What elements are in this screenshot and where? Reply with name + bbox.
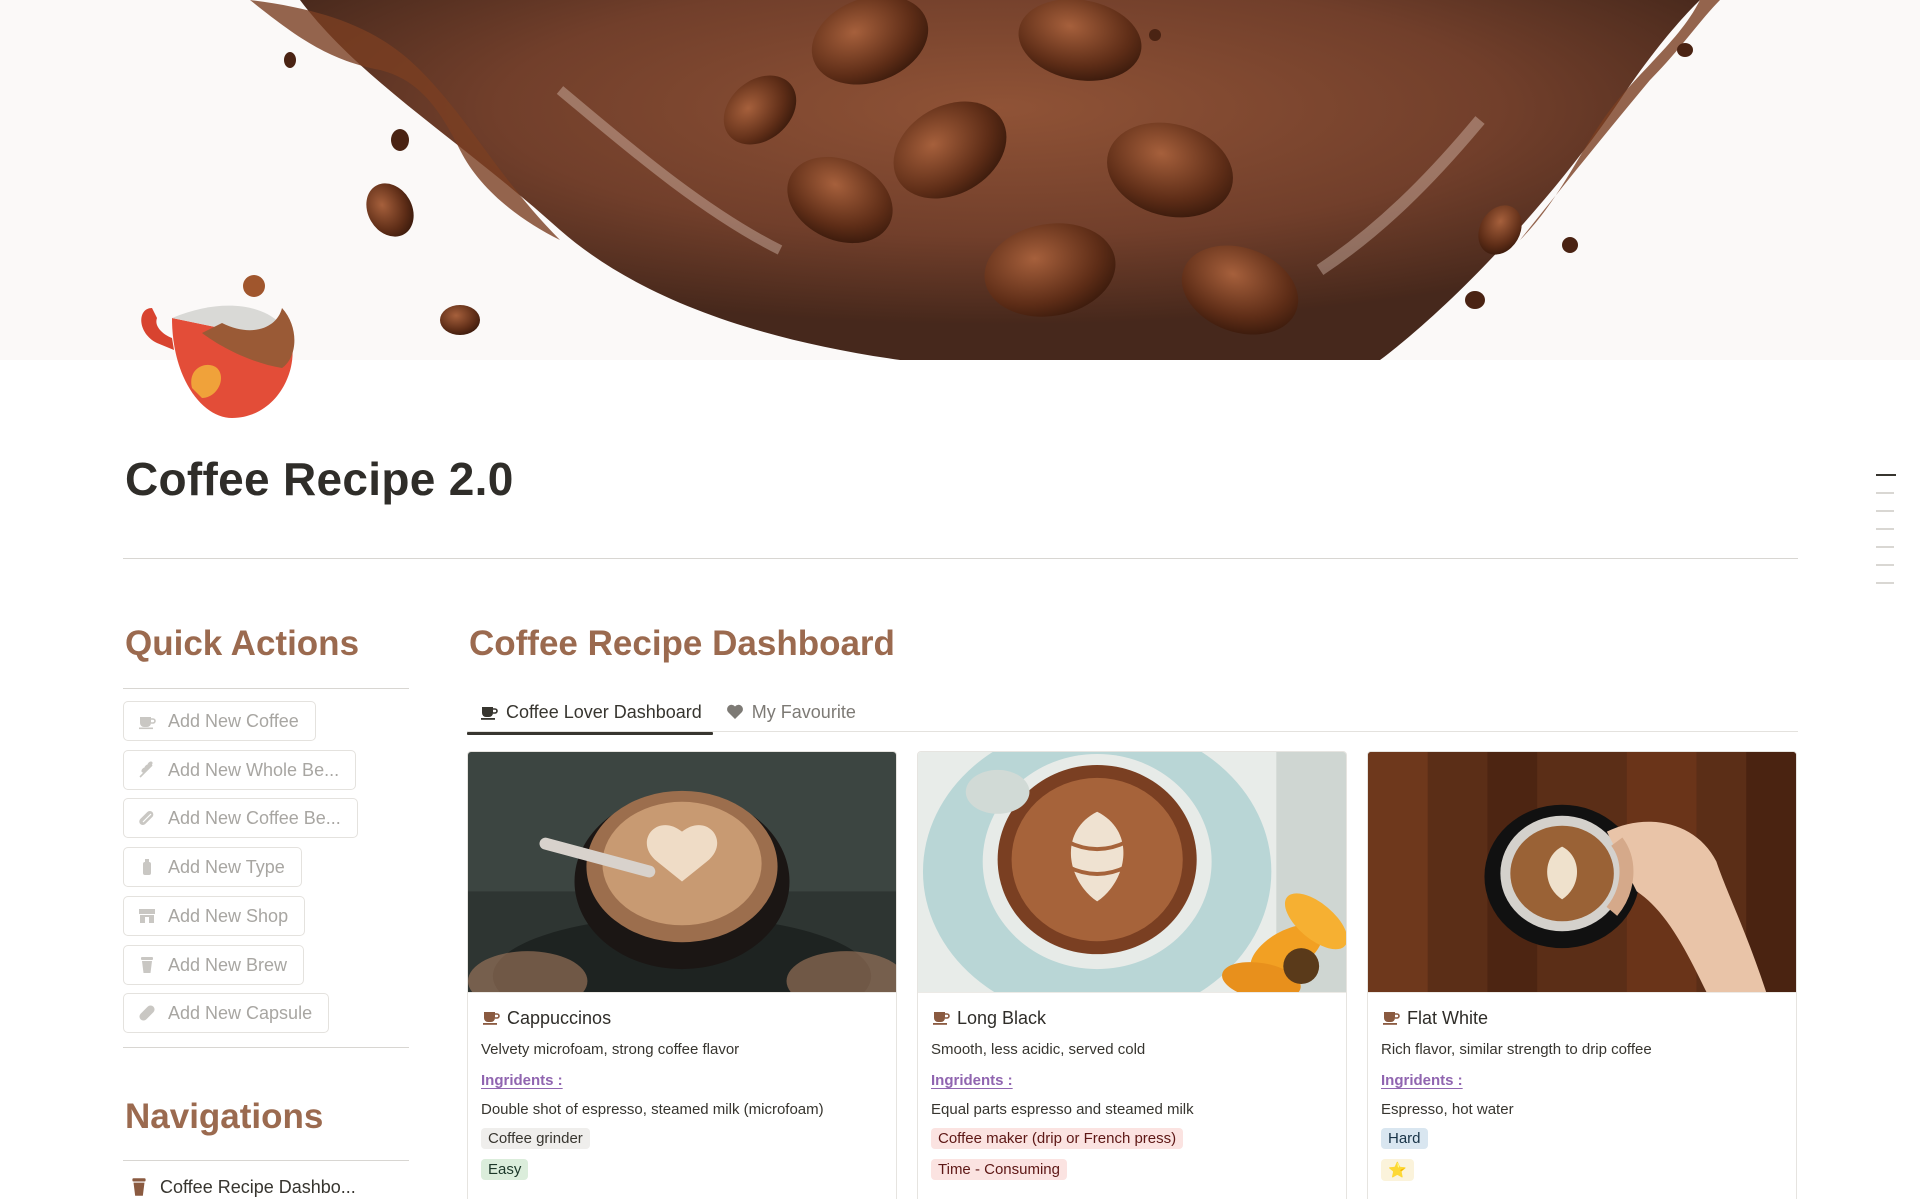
tab-coffee-lover-dashboard[interactable]: Coffee Lover Dashboard: [467, 692, 713, 735]
add-new-type-button[interactable]: Add New Type: [123, 847, 302, 887]
recipe-card[interactable]: Cappuccinos Velvety microfoam, strong co…: [467, 751, 897, 1199]
coffee-cup-icon: [931, 1007, 953, 1029]
card-cover-photo: [1368, 752, 1796, 993]
quick-actions-heading: Quick Actions: [125, 624, 360, 663]
coffee-cup-icon: [478, 701, 500, 723]
card-description: Velvety microfoam, strong coffee flavor: [481, 1041, 740, 1058]
tag-difficulty: Easy: [481, 1159, 529, 1180]
card-ingredients-label: Ingridents :: [931, 1072, 1013, 1089]
card-ingredients-label: Ingridents :: [1381, 1072, 1463, 1089]
card-title[interactable]: Cappuccinos: [481, 1007, 883, 1029]
nav-link-label: Coffee Recipe Dashbo...: [160, 1176, 356, 1197]
card-cover-photo: [468, 752, 896, 993]
coffee-cup-icon: [136, 710, 158, 732]
brew-cup-icon: [136, 954, 158, 976]
tag-difficulty: Hard: [1381, 1128, 1428, 1149]
card-title-text: Long Black: [957, 1007, 1047, 1028]
bottle-icon: [136, 856, 158, 878]
quick-actions-divider: [123, 688, 409, 689]
card-title-text: Flat White: [1407, 1007, 1489, 1028]
add-new-brew-label: Add New Brew: [168, 954, 288, 975]
title-divider: [123, 558, 1798, 559]
recipe-card[interactable]: Flat White Rich flavor, similar strength…: [1367, 751, 1797, 1199]
quick-actions-bottom-divider: [123, 1047, 409, 1048]
card-description: Smooth, less acidic, served cold: [931, 1041, 1146, 1058]
navigations-heading: Navigations: [125, 1097, 324, 1136]
toc-entry[interactable]: [1876, 546, 1894, 548]
coffee-cup-icon: [1381, 1007, 1403, 1029]
add-new-capsule-label: Add New Capsule: [168, 1002, 313, 1023]
card-ingredients-label: Ingridents :: [481, 1072, 563, 1089]
page-icon-coffee-splash[interactable]: [132, 268, 302, 428]
tab-label: My Favourite: [751, 701, 856, 722]
card-title-text: Cappuccinos: [507, 1007, 612, 1028]
add-new-shop-label: Add New Shop: [168, 905, 289, 926]
toc-entry[interactable]: [1876, 564, 1894, 566]
card-title[interactable]: Long Black: [931, 1007, 1333, 1029]
tab-my-favourite[interactable]: My Favourite: [713, 692, 867, 732]
toc-entry[interactable]: [1876, 582, 1894, 584]
shop-icon: [136, 905, 158, 927]
toc-entry[interactable]: [1876, 510, 1894, 512]
toc-entry-active[interactable]: [1876, 474, 1896, 476]
tab-label: Coffee Lover Dashboard: [506, 701, 702, 722]
add-new-whole-bean-button[interactable]: Add New Whole Be...: [123, 750, 357, 790]
tag-equipment: Coffee maker (drip or French press): [931, 1128, 1184, 1149]
dashboard-view-tabs: Coffee Lover Dashboard My Favourite: [467, 692, 867, 735]
capsule-bean-icon: [136, 807, 158, 829]
add-new-coffee-label: Add New Coffee: [168, 710, 299, 731]
add-new-coffee-button[interactable]: Add New Coffee: [123, 701, 316, 741]
tag-rating: ⭐: [1381, 1159, 1414, 1181]
recipe-card[interactable]: Long Black Smooth, less acidic, served c…: [917, 751, 1347, 1199]
add-new-shop-button[interactable]: Add New Shop: [123, 896, 306, 936]
card-ingredients: Equal parts espresso and steamed milk: [931, 1101, 1194, 1118]
add-new-capsule-button[interactable]: Add New Capsule: [123, 993, 330, 1033]
tag-equipment: Coffee grinder: [481, 1128, 590, 1149]
toc-entry[interactable]: [1876, 528, 1894, 530]
card-title[interactable]: Flat White: [1381, 1007, 1783, 1029]
card-ingredients: Double shot of espresso, steamed milk (m…: [481, 1101, 824, 1118]
toc-entry[interactable]: [1876, 492, 1894, 494]
add-new-brew-button[interactable]: Add New Brew: [123, 945, 305, 985]
add-new-type-label: Add New Type: [168, 856, 285, 877]
card-cover-photo: [918, 752, 1346, 993]
heart-icon: [724, 701, 746, 723]
capsule-icon: [136, 1002, 158, 1024]
page-title[interactable]: Coffee Recipe 2.0: [125, 452, 514, 506]
wheat-icon: [136, 759, 158, 781]
tag-difficulty: Time - Consuming: [931, 1159, 1067, 1180]
notion-page: Coffee Recipe 2.0 Quick Actions Add New …: [0, 0, 1920, 1199]
table-of-contents-minimap[interactable]: [1876, 474, 1896, 600]
nav-link-coffee-recipe-dashboard[interactable]: Coffee Recipe Dashbo...: [128, 1176, 356, 1198]
brew-cup-icon: [128, 1176, 150, 1198]
card-ingredients: Espresso, hot water: [1381, 1101, 1514, 1118]
tabs-divider: [467, 731, 1798, 732]
navigations-divider: [123, 1160, 409, 1161]
dashboard-heading: Coffee Recipe Dashboard: [469, 624, 895, 663]
add-new-whole-bean-label: Add New Whole Be...: [168, 759, 340, 780]
card-description: Rich flavor, similar strength to drip co…: [1381, 1041, 1652, 1058]
coffee-cup-icon: [481, 1007, 503, 1029]
add-new-coffee-bean-label: Add New Coffee Be...: [168, 807, 341, 828]
add-new-coffee-bean-button[interactable]: Add New Coffee Be...: [123, 798, 358, 838]
